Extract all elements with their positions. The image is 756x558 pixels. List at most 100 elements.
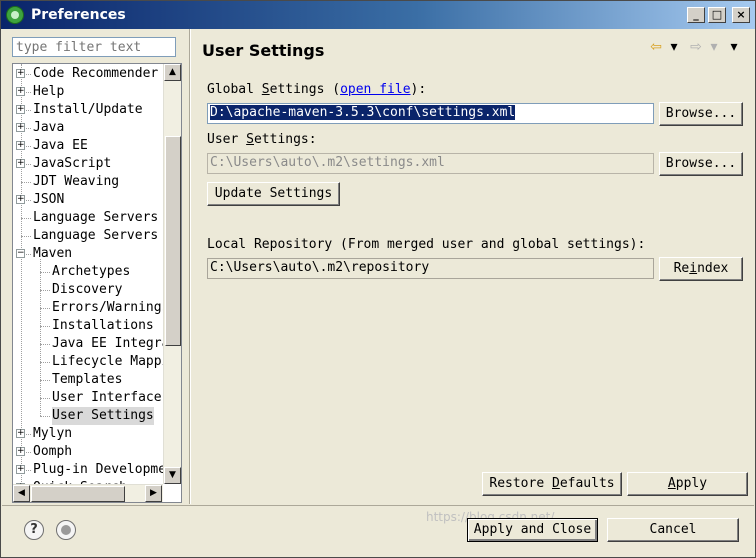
tree-item-label: Mylyn [33, 426, 73, 441]
button-bar: ? https://blog.csdn.net/... Apply and Cl… [2, 505, 754, 557]
local-repository-field[interactable]: C:\Users\auto\.m2\repository [207, 258, 654, 279]
help-icon[interactable]: ? [24, 520, 44, 540]
tree-item-label: Maven [33, 246, 73, 261]
tree-item[interactable]: + Install/Update [13, 101, 163, 119]
preferences-window: Preferences _ □ × + Code Recommender + Help… [0, 0, 756, 558]
tree-item[interactable]: + Oomph [13, 443, 163, 461]
vertical-scrollbar[interactable]: ▲ ▼ [163, 64, 181, 484]
tree-item-label: Help [33, 84, 65, 99]
tree-item-label: JSON [33, 192, 65, 207]
tree-item[interactable]: + Plug-in Development [13, 461, 163, 479]
update-settings-button[interactable]: Update Settings [207, 182, 340, 206]
left-panel: + Code Recommender + Help + Install/Update + Ja… [8, 33, 186, 503]
expand-icon[interactable]: + [16, 141, 25, 150]
tree-list: + Code Recommender + Help + Install/Update + Ja… [13, 64, 163, 484]
view-menu-icon[interactable]: ▾ [728, 39, 740, 55]
window-title: Preferences [31, 7, 126, 23]
import-export-icon[interactable] [56, 520, 76, 540]
local-repository-label: Local Repository (From merged user and g… [207, 237, 646, 252]
tree-item[interactable]: Lifecycle Mappings [13, 353, 163, 371]
tree-item[interactable]: User Settings [13, 407, 163, 425]
scroll-right-button[interactable]: ▶ [145, 485, 162, 502]
preference-tree: + Code Recommender + Help + Install/Update + Ja… [12, 63, 182, 503]
tree-item[interactable]: + Java [13, 119, 163, 137]
apply-and-close-button[interactable]: Apply and Close [467, 518, 598, 542]
tree-connector [40, 362, 50, 363]
expand-icon[interactable]: + [16, 195, 25, 204]
tree-item[interactable]: − Maven [13, 245, 163, 263]
tree-item[interactable]: User Interface [13, 389, 163, 407]
restore-defaults-button[interactable]: Restore Defaults [482, 472, 622, 496]
expand-icon[interactable]: + [16, 429, 25, 438]
maximize-button[interactable]: □ [708, 7, 726, 23]
expand-icon[interactable]: + [16, 447, 25, 456]
expand-icon[interactable]: + [16, 159, 25, 168]
tree-item[interactable]: Archetypes [13, 263, 163, 281]
tree-item-label: User Interface [52, 390, 162, 405]
tree-item[interactable]: Language Servers [13, 227, 163, 245]
expand-icon[interactable]: + [16, 105, 25, 114]
tree-item-label: Install/Update [33, 102, 143, 117]
expand-icon[interactable]: + [16, 123, 25, 132]
tree-item-label: Installations [52, 318, 154, 333]
open-file-link[interactable]: open file [340, 82, 410, 97]
user-settings-field[interactable]: C:\Users\auto\.m2\settings.xml [207, 153, 654, 174]
tree-item[interactable]: + Mylyn [13, 425, 163, 443]
tree-item[interactable]: Language Servers [13, 209, 163, 227]
forward-menu-icon[interactable]: ▾ [708, 39, 720, 55]
tree-item[interactable]: JDT Weaving [13, 173, 163, 191]
tree-item-label: Java EE [33, 138, 88, 153]
tree-item[interactable]: Errors/Warnings [13, 299, 163, 317]
tree-item-label: Language Servers [33, 228, 159, 243]
forward-arrow-icon[interactable]: ⇨ [688, 39, 704, 55]
horizontal-scroll-thumb[interactable] [31, 486, 125, 502]
back-menu-icon[interactable]: ▾ [668, 39, 680, 55]
tree-item-label: Plug-in Development [33, 462, 163, 477]
panel-divider[interactable] [189, 29, 191, 504]
tree-item-label: User Settings [52, 407, 154, 425]
tree-item[interactable]: + Java EE [13, 137, 163, 155]
tree-item[interactable]: + Code Recommender [13, 65, 163, 83]
global-settings-field[interactable]: D:\apache-maven-3.5.3\conf\settings.xml [207, 103, 654, 124]
scroll-up-button[interactable]: ▲ [164, 64, 181, 81]
tree-item[interactable]: Java EE Integration [13, 335, 163, 353]
tree-item-label: Oomph [33, 444, 73, 459]
tree-item[interactable]: + JavaScript [13, 155, 163, 173]
tree-connector [40, 272, 50, 273]
user-browse-button[interactable]: Browse... [659, 152, 743, 176]
tree-connector [40, 308, 50, 309]
scroll-down-button[interactable]: ▼ [164, 467, 181, 484]
expand-icon[interactable]: + [16, 69, 25, 78]
tree-connector [40, 290, 50, 291]
tree-item[interactable]: Installations [13, 317, 163, 335]
vertical-scroll-thumb[interactable] [165, 136, 181, 346]
filter-input[interactable] [12, 37, 176, 57]
title-bar[interactable]: Preferences _ □ × [1, 1, 755, 29]
tree-item-label: Lifecycle Mappings [52, 354, 163, 369]
tree-item[interactable]: Templates [13, 371, 163, 389]
tree-item-label: Discovery [52, 282, 123, 297]
apply-button[interactable]: Apply [627, 472, 748, 496]
reindex-button[interactable]: Reindex [659, 257, 743, 281]
expand-icon[interactable]: + [16, 465, 25, 474]
tree-connector [40, 326, 50, 327]
close-button[interactable]: × [732, 7, 750, 23]
tree-item[interactable]: Discovery [13, 281, 163, 299]
tree-connector [40, 380, 50, 381]
page-title: User Settings [202, 41, 325, 60]
collapse-icon[interactable]: − [16, 249, 25, 258]
tree-item[interactable]: + JSON [13, 191, 163, 209]
minimize-button[interactable]: _ [687, 7, 705, 23]
tree-item[interactable]: + Help [13, 83, 163, 101]
tree-item-label: JDT Weaving [33, 174, 120, 189]
horizontal-scrollbar[interactable]: ◀ ▶ [13, 484, 163, 502]
tree-item-label: Errors/Warnings [52, 300, 163, 315]
back-arrow-icon[interactable]: ⇦ [648, 39, 664, 55]
scroll-left-button[interactable]: ◀ [13, 485, 30, 502]
global-browse-button[interactable]: Browse... [659, 102, 743, 126]
tree-item-label: Archetypes [52, 264, 131, 279]
cancel-button[interactable]: Cancel [607, 518, 739, 542]
tree-connector [21, 182, 31, 183]
tree-connector [40, 416, 50, 417]
expand-icon[interactable]: + [16, 87, 25, 96]
